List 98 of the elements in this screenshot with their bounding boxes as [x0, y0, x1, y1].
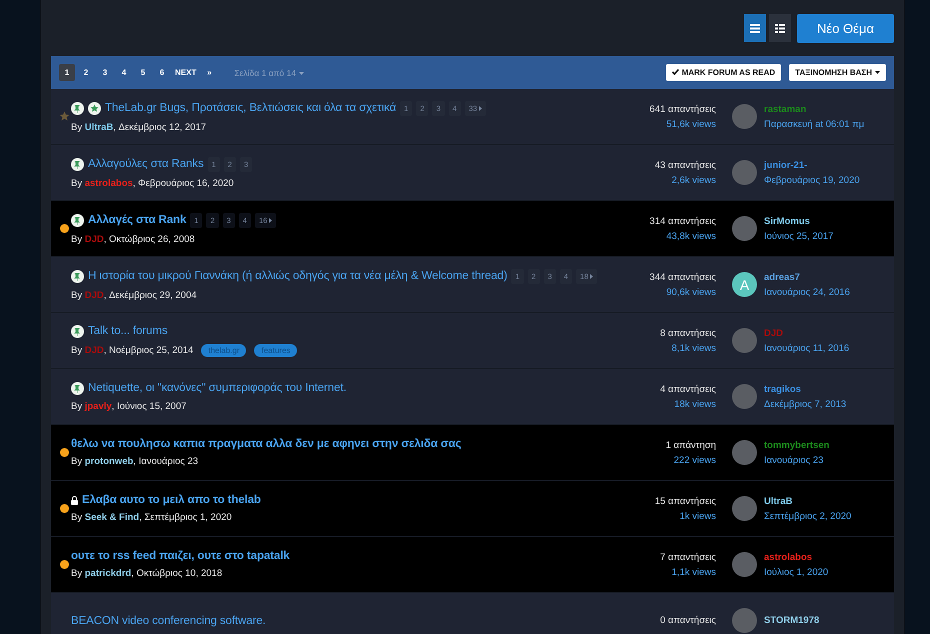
next-link[interactable]: NEXT — [173, 64, 198, 81]
reply-count: 1 απάντηση — [664, 438, 716, 452]
topic-title-link[interactable]: Η ιστορία του μικρού Γιαννάκη (ή αλλιώς οδηγός για τα νέα μέλη & Welcome thread) — [88, 270, 508, 282]
view-count: 43,8k views — [665, 230, 716, 244]
author-link[interactable]: protonweb — [84, 456, 134, 467]
view-count: 8,1k views — [670, 342, 716, 356]
author-link[interactable]: UltraB — [84, 122, 114, 132]
last-post-date[interactable]: Παρασκευή at 06:01 πμ — [764, 116, 884, 132]
last-poster-link[interactable]: SirMomus — [764, 214, 884, 228]
last-post-date[interactable]: Ιανουάριος 11, 2016 — [764, 340, 884, 356]
arrow-icon — [479, 106, 482, 110]
last-poster-link[interactable]: rastaman — [764, 102, 884, 116]
view-count: 51,6k views — [665, 118, 716, 132]
topic-row[interactable]: ουτε το rss feed παιζει, ουτε στο tapatalk By patrickdrd, Οκτώβριος 10, 2018 7 απαντήσεις 1,1k views astrolabos Ιούλιος 1, 2020 — [51, 537, 894, 593]
topic-byline: By DJD, Δεκέμβριος 29, 2004 — [71, 290, 197, 300]
page-link[interactable]: 2 — [78, 64, 94, 81]
last-poster-link[interactable]: tommybertsen — [764, 438, 884, 452]
caret-icon — [875, 71, 880, 74]
topic-byline: By astrolabos, Φεβρουάριος 16, 2020 — [71, 178, 234, 188]
last-post-date[interactable]: Φεβρουάριος 19, 2020 — [764, 172, 884, 188]
view-count: 1,1k views — [670, 566, 716, 580]
view-count: 2,6k views — [670, 174, 716, 188]
topic-byline: By UltraB, Δεκέμβριος 12, 2017 — [71, 122, 206, 132]
topic-title-link[interactable]: Ελαβα αυτο το μειλ απο το thelab — [82, 494, 261, 506]
reply-count: 641 απαντήσεις — [648, 102, 716, 116]
topic-row[interactable]: Ελαβα αυτο το μειλ απο το thelab By Seek & Find, Σεπτέμβριος 1, 2020 15 απαντήσεις 1k views UltraB Σεπτέμβριος 2, 2020 — [51, 481, 894, 537]
topic-byline: By Seek & Find, Σεπτέμβριος 1, 2020 — [71, 512, 232, 523]
topic-title-link[interactable]: Αλλαγούλες στα Ranks — [88, 158, 204, 170]
avatar-placeholder[interactable] — [732, 440, 757, 465]
grid-icon — [775, 24, 785, 32]
last-post-date[interactable]: Ιανουάριος 24, 2016 — [764, 284, 884, 300]
author-link[interactable]: jpavly — [84, 400, 112, 412]
reply-count: 4 απαντήσεις — [659, 382, 716, 396]
last-poster-link[interactable]: tragikos — [764, 382, 884, 396]
topic-title-link[interactable]: BEACON video conferencing software. — [71, 614, 266, 626]
list-icon — [750, 24, 760, 32]
new-topic-button[interactable]: Νέο Θέμα — [797, 14, 894, 42]
mark-read-button[interactable]: MARK FORUM AS READ — [666, 64, 782, 81]
last-page-link[interactable]: » — [201, 64, 218, 81]
reply-count: 0 απαντήσεις — [659, 614, 716, 628]
arrow-icon — [269, 218, 272, 222]
topic-byline: By protonweb, Ιανουάριος 23 — [71, 456, 198, 467]
sort-button[interactable]: ΤΑΞΙΝΟΜΗΣΗ ΒΑΣΗ — [789, 64, 886, 81]
topic-row[interactable]: BEACON video conferencing software. 0 απαντήσεις STORM1978 — [51, 593, 894, 634]
avatar-placeholder[interactable] — [732, 384, 757, 409]
topic-byline: By jpavly, Ιούνιος 15, 2007 — [71, 400, 186, 412]
page-link[interactable]: 4 — [116, 64, 132, 81]
topic-title-link[interactable]: Netiquette, οι "κανόνες" συμπεριφοράς του Internet. — [88, 382, 346, 394]
last-poster-link[interactable]: junior-21- — [764, 158, 884, 172]
author-link[interactable]: Seek & Find — [84, 512, 140, 523]
topic-byline: By DJD, Οκτώβριος 26, 2008 — [71, 234, 195, 244]
topic-byline: By DJD, Νοέμβριος 25, 2014 — [71, 344, 194, 356]
last-post-date[interactable]: Ιανουάριος 23 — [764, 452, 884, 468]
page-link[interactable]: 6 — [154, 64, 170, 81]
avatar-placeholder[interactable] — [732, 608, 757, 633]
topic-title-link[interactable]: Talk to... forums — [88, 325, 168, 337]
topic-title-link[interactable]: TheLab.gr Bugs, Προτάσεις, Βελτιώσεις και όλα τα σχετικά — [105, 102, 396, 114]
view-count: 222 views — [672, 454, 716, 468]
caret-icon — [298, 72, 304, 75]
page-link[interactable]: 3 — [97, 64, 113, 81]
topic-byline: By patrickdrd, Οκτώβριος 10, 2018 — [71, 568, 222, 579]
topic-title-link[interactable]: ουτε το rss feed παιζει, ουτε στο tapatalk — [71, 550, 290, 562]
topic-title-link[interactable]: θελω να πουλησω καπια πραγματα αλλα δεν με αφηνει στην σελιδα σας — [71, 438, 462, 450]
topic-row[interactable]: Netiquette, οι "κανόνες" συμπεριφοράς του Internet. By jpavly, Ιούνιος 15, 2007 4 απαντήσεις 18k views tragikos Δεκέμβριος 7, 2013 — [51, 369, 894, 425]
page-link[interactable]: 5 — [135, 64, 151, 81]
avatar-placeholder[interactable] — [732, 104, 757, 129]
grid-view-button[interactable] — [769, 14, 791, 42]
last-post-date[interactable]: Ιούνιος 25, 2017 — [764, 228, 884, 244]
avatar-placeholder[interactable] — [732, 328, 757, 353]
reply-count: 314 απαντήσεις — [648, 214, 716, 228]
view-count: 18k views — [673, 398, 716, 412]
last-poster-link[interactable]: UltraB — [764, 494, 884, 508]
topic-title-link[interactable]: Αλλαγές στα Rank — [88, 214, 186, 226]
last-post-date[interactable]: Δεκέμβριος 7, 2013 — [764, 396, 884, 412]
reply-count: 344 απαντήσεις — [648, 270, 716, 284]
list-view-button[interactable] — [744, 14, 766, 42]
view-count: 1k views — [678, 510, 716, 524]
author-link[interactable]: patrickdrd — [84, 568, 132, 579]
reply-count: 15 απαντήσεις — [654, 494, 716, 508]
reply-count: 8 απαντήσεις — [659, 326, 716, 340]
last-post-date[interactable]: Σεπτέμβριος 2, 2020 — [764, 508, 884, 524]
avatar-placeholder[interactable] — [732, 216, 757, 241]
reply-count: 43 απαντήσεις — [654, 158, 716, 172]
view-count: 90,6k views — [665, 286, 716, 300]
avatar-placeholder[interactable] — [732, 160, 757, 185]
topic-row[interactable]: θελω να πουλησω καπια πραγματα αλλα δεν με αφηνει στην σελιδα σας By protonweb, Ιανουάριος 23 1 απάντηση 222 views tommybertsen Ιανουάριος 23 — [51, 425, 894, 481]
avatar-placeholder[interactable] — [732, 552, 757, 577]
author-link[interactable]: astrolabos — [84, 178, 133, 188]
reply-count: 7 απαντήσεις — [659, 550, 716, 564]
page-link[interactable]: 1 — [59, 64, 75, 81]
last-post-date[interactable]: Ιούλιος 1, 2020 — [764, 564, 884, 580]
last-poster-link[interactable]: STORM1978 — [764, 613, 884, 628]
last-poster-link[interactable]: adreas7 — [764, 270, 884, 284]
check-icon — [672, 69, 679, 75]
last-poster-link[interactable]: astrolabos — [764, 550, 884, 564]
arrow-icon — [590, 274, 594, 278]
topic-row[interactable]: Talk to... forums By DJD, Νοέμβριος 25, 2014 thelab.gr features 8 απαντήσεις 8,1k views DJD Ιανουάριος 11, 2016 — [51, 313, 894, 369]
avatar-placeholder[interactable] — [732, 496, 757, 521]
